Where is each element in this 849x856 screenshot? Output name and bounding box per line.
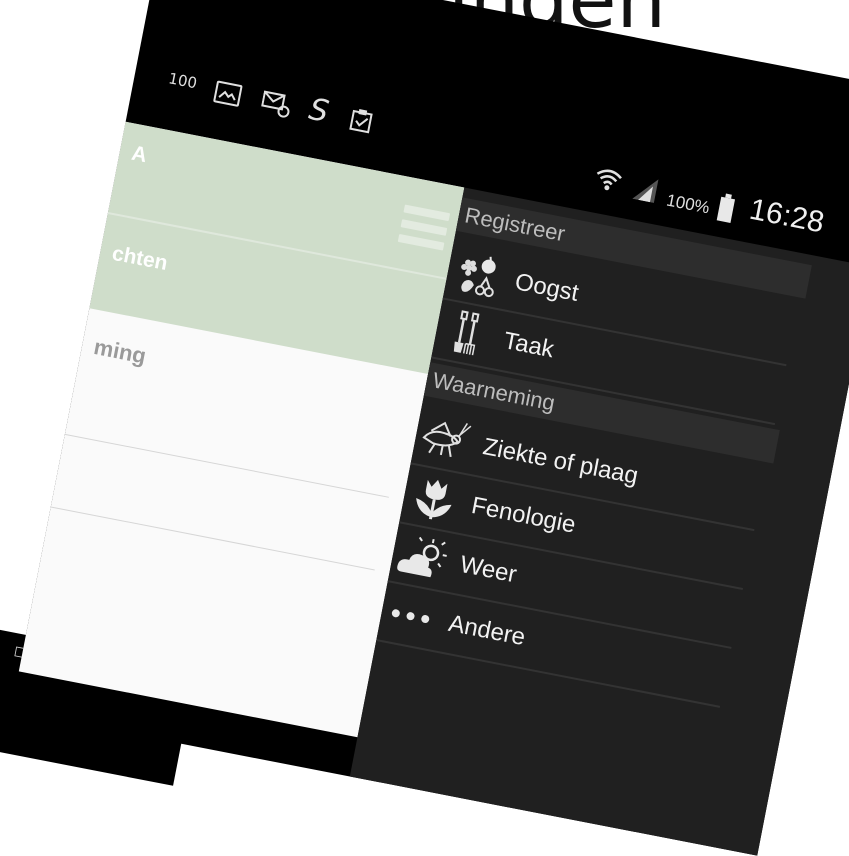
drawer-item-label: Taak (501, 327, 557, 364)
app-section-label: ming (91, 334, 149, 369)
s-icon: S (306, 91, 332, 130)
weather-icon (389, 527, 457, 588)
app-tab-label[interactable]: chten (110, 242, 169, 276)
wifi-icon (590, 163, 626, 201)
menu-icon[interactable] (396, 204, 451, 258)
harvest-icon (444, 244, 512, 305)
signal-icon (629, 173, 660, 208)
drawer-item-label: Weer (457, 550, 519, 589)
drawer-item-label: Oogst (512, 268, 581, 307)
clipboard-check-icon (348, 107, 378, 134)
notification-icons: 100 S (166, 69, 378, 134)
list-divider (50, 506, 375, 571)
garden-tools-icon (432, 303, 500, 364)
battery-icon (717, 196, 736, 224)
drawer-item-label: Fenologie (469, 492, 578, 539)
phone-screen: 100 S 100% 16:28 A chten ming Registreer… (11, 0, 849, 856)
grasshopper-icon (412, 409, 480, 470)
image-icon (213, 80, 243, 107)
clock: 16:28 (746, 192, 827, 240)
drawer-item-label: Andere (446, 609, 528, 652)
email-at-icon (260, 90, 290, 118)
tulip-icon (400, 468, 468, 529)
battery-percent: 100% (664, 190, 712, 218)
list-divider (64, 433, 389, 498)
tape-100-icon: 100 (167, 69, 199, 93)
more-dots-icon (377, 586, 445, 647)
app-title: A (129, 141, 149, 168)
